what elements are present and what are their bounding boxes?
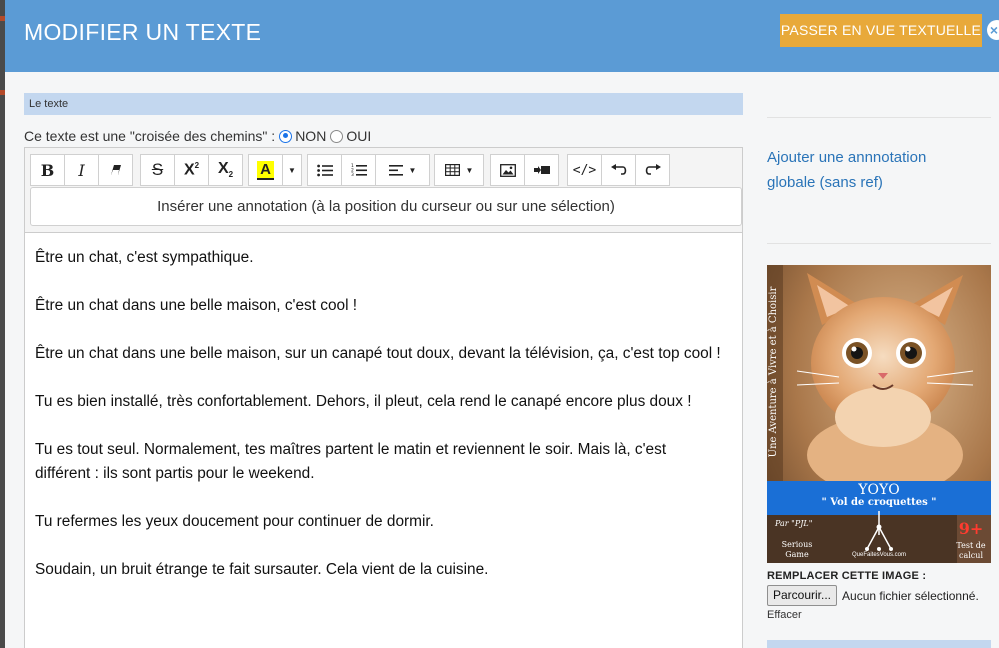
highlight-color-icon: A: [257, 160, 274, 180]
highlight-color-button[interactable]: A: [248, 154, 283, 186]
paragraph: Tu refermes les yeux doucement pour cont…: [35, 513, 434, 530]
editor-content[interactable]: Être un chat, c'est sympathique. Être un…: [35, 246, 725, 606]
section-label: Le texte: [24, 93, 743, 115]
align-dropdown-button[interactable]: ▼: [375, 154, 430, 186]
redo-icon: [645, 164, 661, 175]
replace-image-label: REMPLACER CETTE IMAGE :: [767, 570, 927, 582]
clear-format-button[interactable]: [98, 154, 133, 186]
book-cover-image: Une Aventure à Vivre et à Choisir YOYO "…: [767, 265, 991, 563]
cover-vertical-text: Une Aventure à Vivre et à Choisir: [768, 286, 779, 458]
superscript-button[interactable]: X2: [174, 154, 209, 186]
insert-annotation-button[interactable]: Insérer une annotation (à la position du…: [30, 187, 742, 226]
video-icon: [533, 166, 550, 174]
radio-non-label: NON: [295, 128, 327, 144]
subscript-icon: X2: [217, 160, 234, 180]
insert-group: [490, 154, 559, 186]
editor-toolbar: B I S X2 X2 A ▼ 1 2 3 ▼ ▼ </> Insérer un…: [25, 148, 742, 233]
edit-text-modal: MODIFIER UN TEXTE PASSER EN VUE TEXTUELL…: [5, 0, 999, 648]
file-input-row: Parcourir... Aucun fichier sélectionné.: [767, 585, 979, 606]
table-group: ▼: [434, 154, 484, 186]
sidebar-divider: [767, 243, 991, 244]
bold-icon: B: [40, 160, 55, 180]
undo-button[interactable]: [601, 154, 636, 186]
cover-category: Test de calcul: [956, 541, 986, 560]
numbered-list-button[interactable]: 123: [341, 154, 376, 186]
browse-file-button[interactable]: Parcourir...: [767, 585, 838, 606]
code-view-button[interactable]: </>: [567, 154, 602, 186]
table-dropdown-button[interactable]: ▼: [434, 154, 484, 186]
strikethrough-icon: S: [151, 160, 164, 179]
radio-non[interactable]: [279, 129, 293, 143]
strikethrough-button[interactable]: S: [140, 154, 175, 186]
text-style-group: S X2 X2: [140, 154, 243, 186]
cover-age: 9+: [958, 519, 984, 538]
italic-icon: I: [78, 160, 85, 180]
paragraph: Être un chat dans une belle maison, sur …: [35, 345, 721, 362]
crossroad-question: Ce texte est une "croisée des chemins" :: [24, 128, 276, 144]
paragraph: Être un chat dans une belle maison, c'es…: [35, 297, 358, 314]
format-group: B I: [30, 154, 133, 186]
sidebar-divider: [767, 117, 991, 118]
chevron-down-icon: ▼: [408, 165, 417, 175]
numbered-list-icon: 123: [351, 163, 367, 177]
bullet-list-icon: [316, 164, 333, 176]
crossroad-question-row: Ce texte est une "croisée des chemins" :…: [24, 127, 371, 145]
subscript-button[interactable]: X2: [208, 154, 243, 186]
superscript-icon: X2: [183, 160, 200, 179]
bullet-list-button[interactable]: [307, 154, 342, 186]
redo-button[interactable]: [635, 154, 670, 186]
next-section-bar: [767, 640, 991, 648]
file-status: Aucun fichier sélectionné.: [842, 588, 979, 603]
cover-subtitle: " Vol de croquettes ": [821, 497, 937, 508]
add-global-annotation-link[interactable]: Ajouter une annnotation globale (sans re…: [767, 145, 977, 195]
paragraph: Tu es bien installé, très confortablemen…: [35, 393, 692, 410]
italic-button[interactable]: I: [64, 154, 99, 186]
table-icon: [444, 164, 460, 176]
radio-oui-label: OUI: [346, 128, 372, 144]
align-icon: [388, 164, 403, 176]
image-button[interactable]: [490, 154, 525, 186]
sidebar: Ajouter une annnotation globale (sans re…: [767, 0, 999, 648]
paragraph-group: 123 ▼: [307, 154, 430, 186]
paragraph: Soudain, un bruit étrange te fait sursau…: [35, 561, 489, 578]
color-dropdown-button[interactable]: ▼: [282, 154, 302, 186]
image-icon: [499, 163, 516, 177]
modal-title: MODIFIER UN TEXTE: [24, 19, 262, 45]
paragraph: Être un chat, c'est sympathique.: [35, 249, 254, 266]
chevron-down-icon: ▼: [465, 165, 474, 175]
paragraph: Tu es tout seul. Normalement, tes maître…: [35, 441, 667, 482]
color-group: A ▼: [248, 154, 302, 186]
undo-icon: [610, 164, 626, 175]
cover-author: Par "PJL": [775, 519, 813, 528]
chevron-down-icon: ▼: [288, 165, 296, 175]
cover-genre: Serious Game: [781, 540, 813, 559]
video-button[interactable]: [524, 154, 559, 186]
clear-format-icon: [110, 165, 121, 175]
svg-text:3: 3: [351, 172, 354, 177]
cover-site: QueFaitesVous.com: [851, 552, 907, 558]
rich-text-editor: B I S X2 X2 A ▼ 1 2 3 ▼ ▼ </> Insérer un…: [24, 147, 743, 648]
clear-image-link[interactable]: Effacer: [767, 609, 802, 621]
misc-group: </>: [567, 154, 670, 186]
bold-button[interactable]: B: [30, 154, 65, 186]
radio-oui[interactable]: [330, 129, 344, 143]
code-view-icon: </>: [572, 162, 597, 178]
